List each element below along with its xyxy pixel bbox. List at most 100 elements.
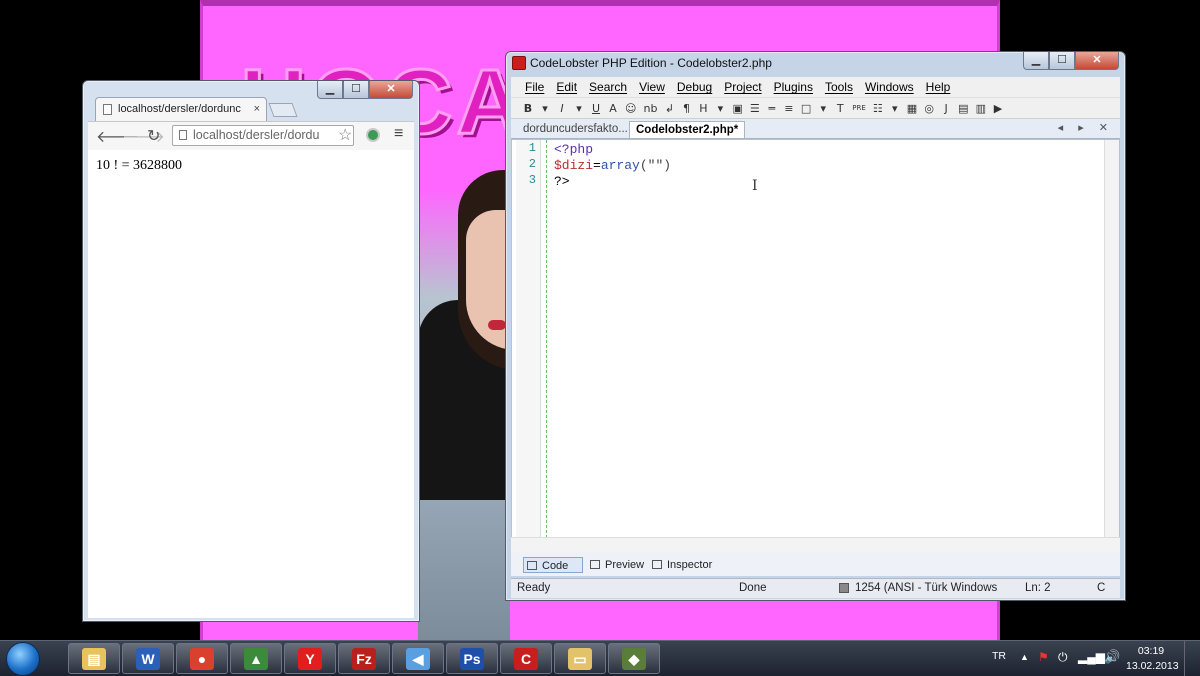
toolbar-button-icon[interactable]: □ bbox=[801, 102, 811, 115]
code-variable: $dizi bbox=[554, 158, 594, 173]
status-ready: Ready bbox=[517, 582, 551, 594]
toolbar-button-icon[interactable]: ☺ bbox=[625, 102, 636, 115]
show-hidden-icons-icon[interactable]: ▲ bbox=[1020, 652, 1029, 662]
codelobster-window[interactable]: CodeLobster PHP Edition - Codelobster2.p… bbox=[505, 51, 1126, 601]
toolbar-button-icon[interactable]: A bbox=[608, 102, 618, 115]
menu-help[interactable]: Help bbox=[926, 77, 951, 97]
toolbar-button-icon[interactable]: ¶ bbox=[681, 102, 691, 115]
page-icon bbox=[103, 104, 112, 115]
menu-debug[interactable]: Debug bbox=[677, 77, 712, 97]
system-tray: TR ▲ ⚑ ⏻ ▂▄▆ 🔊 03:19 13.02.2013 bbox=[986, 641, 1200, 676]
toolbar-button-icon[interactable]: ▥ bbox=[976, 102, 986, 115]
toolbar-button-icon[interactable]: ▾ bbox=[890, 102, 900, 115]
taskbar-app-button[interactable]: ▲ bbox=[230, 643, 282, 674]
toolbar-button-icon[interactable]: U bbox=[591, 102, 601, 115]
toolbar-button-icon[interactable]: ▾ bbox=[540, 102, 550, 115]
tab-close-icon[interactable]: × bbox=[254, 98, 260, 120]
toolbar-button-icon[interactable]: ▾ bbox=[574, 102, 584, 115]
view-tab-inspector[interactable]: Inspector bbox=[649, 557, 716, 573]
preview-icon bbox=[590, 560, 600, 569]
maximize-button[interactable]: ☐ bbox=[1049, 52, 1075, 70]
menu-windows[interactable]: Windows bbox=[865, 77, 914, 97]
taskbar-app-button[interactable]: ● bbox=[176, 643, 228, 674]
taskbar-app-button[interactable]: Y bbox=[284, 643, 336, 674]
file-tab-codelobster2[interactable]: Codelobster2.php* bbox=[629, 121, 746, 138]
taskbar-app-icon: Ps bbox=[460, 648, 484, 670]
toolbar-button-icon[interactable]: H bbox=[698, 102, 708, 115]
taskbar-app-button[interactable]: W bbox=[122, 643, 174, 674]
toolbar-button-icon[interactable]: nb bbox=[643, 102, 657, 115]
status-bar: Ready Done 1254 (ANSI - Türk Windows Ln:… bbox=[511, 578, 1120, 598]
toolbar-button-icon[interactable]: ☰ bbox=[750, 102, 760, 115]
toolbar-button-icon[interactable]: ═ bbox=[767, 102, 777, 115]
browser-window[interactable]: ▁ ☐ ✕ localhost/dersler/dordunc × 🡐 🡒 ↻ … bbox=[82, 80, 420, 622]
wallpaper-photo bbox=[418, 150, 510, 640]
line-number: 2 bbox=[528, 157, 536, 171]
toolbar-button-icon[interactable]: ▾ bbox=[818, 102, 828, 115]
power-icon[interactable]: ⏻ bbox=[1058, 650, 1068, 665]
tab-navigation-controls[interactable]: ◂ ▸ ✕ bbox=[1058, 121, 1114, 134]
menu-plugins[interactable]: Plugins bbox=[774, 77, 813, 97]
toolbar-button-icon[interactable]: ☷ bbox=[873, 102, 883, 115]
menu-edit[interactable]: Edit bbox=[556, 77, 577, 97]
clock-time[interactable]: 03:19 bbox=[1130, 645, 1172, 657]
taskbar-app-icon: ◆ bbox=[622, 648, 646, 670]
taskbar-app-icon: ▭ bbox=[568, 648, 592, 670]
clock-date[interactable]: 13.02.2013 bbox=[1126, 660, 1179, 672]
toolbar-button-icon[interactable]: I bbox=[557, 102, 567, 115]
codelobster-app-icon[interactable] bbox=[512, 56, 526, 70]
file-tab-dorduncu[interactable]: dorduncudersfakto... bbox=[517, 121, 634, 138]
taskbar-app-button[interactable]: C bbox=[500, 643, 552, 674]
menu-view[interactable]: View bbox=[639, 77, 665, 97]
toolbar-button-icon[interactable]: ▾ bbox=[715, 102, 725, 115]
view-tab-inspector-label: Inspector bbox=[667, 559, 713, 571]
browser-tab[interactable]: localhost/dersler/dordunc × bbox=[95, 97, 267, 121]
toolbar-button-icon[interactable]: ↲ bbox=[664, 102, 674, 115]
show-desktop-button[interactable] bbox=[1184, 641, 1200, 676]
code-editor[interactable]: 1 2 3 <?php $dizi=array("") ?> I bbox=[511, 139, 1120, 549]
vertical-scrollbar[interactable] bbox=[1104, 140, 1119, 548]
code-view-icon bbox=[527, 561, 537, 570]
toolbar-button-icon[interactable]: ◎ bbox=[924, 102, 934, 115]
network-icon[interactable]: ▂▄▆ bbox=[1078, 650, 1105, 664]
menu-search[interactable]: Search bbox=[589, 77, 627, 97]
taskbar-app-button[interactable]: ▤ bbox=[68, 643, 120, 674]
toolbar-button-icon[interactable]: ▶ bbox=[993, 102, 1003, 115]
horizontal-scrollbar[interactable] bbox=[511, 537, 1120, 552]
line-number: 3 bbox=[528, 173, 536, 187]
toolbar-button-icon[interactable]: ▣ bbox=[732, 102, 742, 115]
extension-icon[interactable] bbox=[366, 128, 380, 142]
toolbar-button-icon[interactable]: ▤ bbox=[958, 102, 968, 115]
volume-icon[interactable]: 🔊 bbox=[1104, 649, 1120, 665]
taskbar-app-icon: ▲ bbox=[244, 648, 268, 670]
start-button[interactable] bbox=[6, 642, 40, 676]
bookmark-star-icon[interactable]: ☆ bbox=[338, 125, 352, 145]
taskbar-app-button[interactable]: Fz bbox=[338, 643, 390, 674]
view-tab-code[interactable]: Code bbox=[523, 557, 583, 573]
toolbar-button-icon[interactable]: B bbox=[523, 102, 533, 115]
language-indicator[interactable]: TR bbox=[992, 650, 1006, 662]
view-tab-preview[interactable]: Preview bbox=[587, 557, 648, 573]
close-button[interactable]: ✕ bbox=[1075, 52, 1119, 70]
toolbar-button-icon[interactable]: ≡ bbox=[784, 102, 794, 115]
taskbar-app-icon: ● bbox=[190, 648, 214, 670]
code-lines: <?php $dizi=array("") ?> bbox=[554, 142, 671, 190]
taskbar-app-button[interactable]: ◀ bbox=[392, 643, 444, 674]
taskbar-app-button[interactable]: ◆ bbox=[608, 643, 660, 674]
menu-file[interactable]: File bbox=[525, 77, 544, 97]
toolbar-button-icon[interactable]: T bbox=[835, 102, 845, 115]
taskbar-app-button[interactable]: ▭ bbox=[554, 643, 606, 674]
reload-icon[interactable]: ↻ bbox=[147, 126, 160, 146]
minimize-button[interactable]: ▁ bbox=[1023, 52, 1049, 70]
new-tab-button[interactable] bbox=[268, 103, 298, 117]
menu-tools[interactable]: Tools bbox=[825, 77, 853, 97]
address-bar[interactable]: localhost/dersler/dordu bbox=[172, 125, 354, 146]
action-center-flag-icon[interactable]: ⚑ bbox=[1038, 650, 1049, 664]
browser-tab-title: localhost/dersler/dordunc bbox=[118, 103, 241, 115]
toolbar-button-icon[interactable]: J bbox=[941, 102, 951, 115]
taskbar-app-button[interactable]: Ps bbox=[446, 643, 498, 674]
menu-project[interactable]: Project bbox=[724, 77, 761, 97]
chrome-menu-icon[interactable]: ≡ bbox=[394, 125, 403, 143]
toolbar-button-icon[interactable]: ▦ bbox=[907, 102, 917, 115]
toolbar-button-icon[interactable]: PRE bbox=[852, 104, 866, 112]
